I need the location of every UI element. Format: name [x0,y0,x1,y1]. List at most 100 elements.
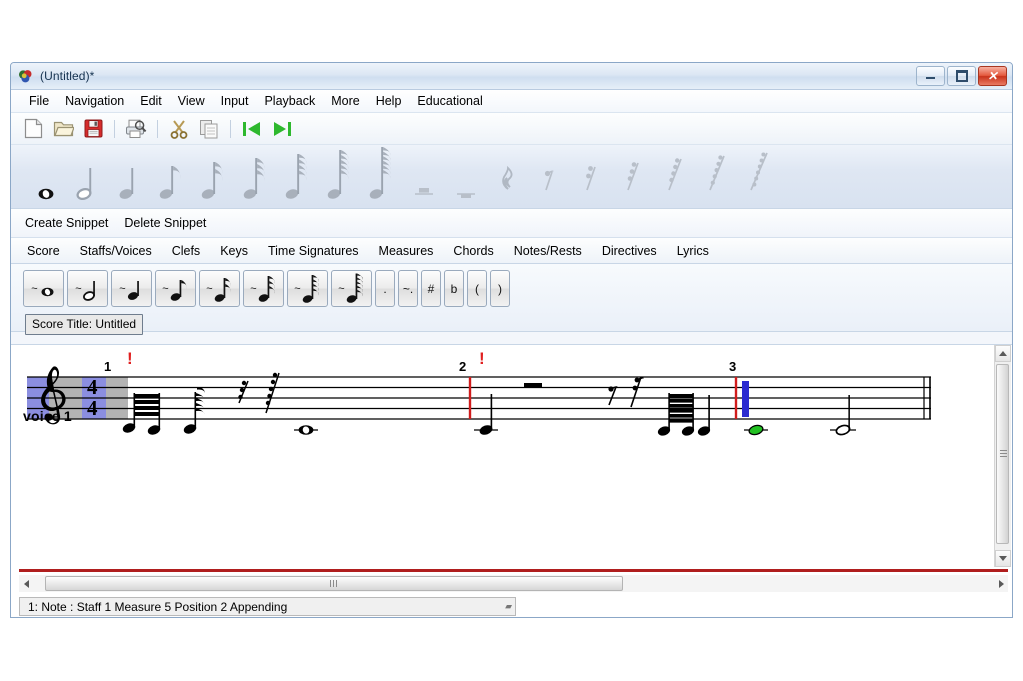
tab-measures[interactable]: Measures [369,244,444,258]
insert-half-note-button[interactable]: ~ [67,270,108,307]
time-sig-denominator: 4 [87,396,98,420]
add-double-dot-button[interactable]: ~. [398,270,418,307]
open-paren-button[interactable]: ( [467,270,487,307]
note-group-2 [183,387,205,434]
scroll-left-button[interactable] [19,576,33,591]
palette-half-rest[interactable] [445,154,487,202]
palette-whole-note[interactable] [25,154,67,202]
tab-notes-rests[interactable]: Notes/Rests [504,244,592,258]
palette-onetwentyeighth-rest[interactable] [697,154,739,202]
close-button[interactable]: ✕ [978,66,1007,86]
tab-lyrics[interactable]: Lyrics [667,244,719,258]
open-file-icon[interactable] [49,116,77,142]
palette-sixteenth-rest[interactable] [571,154,613,202]
menu-item-edit[interactable]: Edit [132,92,170,110]
status-bar: 1: Note : Staff 1 Measure 5 Position 2 A… [19,597,516,616]
separator-3 [230,119,231,138]
palette-sixtyfourth-note[interactable] [277,154,319,202]
close-paren-button[interactable]: ) [490,270,510,307]
tab-time-signatures[interactable]: Time Signatures [258,244,369,258]
tab-score[interactable]: Score [25,244,70,258]
insert-thirtysecond-note-button[interactable]: ~ [243,270,284,307]
tab-clefs[interactable]: Clefs [162,244,210,258]
new-file-icon[interactable] [19,116,47,142]
palette-sixtyfourth-rest[interactable] [655,154,697,202]
snippet-bar: Create Snippet Delete Snippet [11,209,1012,238]
scroll-down-button[interactable] [995,550,1011,567]
insert-quarter-note-button[interactable]: ~ [111,270,152,307]
vertical-scrollbar[interactable] [994,345,1011,567]
palette-sixteenth-note[interactable] [193,154,235,202]
insert-eighth-note-button[interactable]: ~ [155,270,196,307]
horizontal-scroll-track[interactable] [33,576,994,591]
tab-directives[interactable]: Directives [592,244,667,258]
palette-quarter-note[interactable] [109,154,151,202]
minimize-button[interactable] [916,66,945,86]
menu-item-file[interactable]: File [21,92,57,110]
scroll-right-button[interactable] [994,576,1008,591]
palette-onetwentyeighth-note[interactable] [319,150,361,202]
add-dot-button[interactable]: . [375,270,395,307]
menu-item-playback[interactable]: Playback [256,92,323,110]
rest-cluster-1 [238,380,249,404]
score-title-tooltip: Score Title: Untitled [25,314,144,335]
resize-grip-icon[interactable]: ▰ [505,601,512,612]
insert-sixtyfourth-note-button[interactable]: ~ [287,270,328,307]
whole-note-1 [294,425,318,435]
tab-staffs-voices[interactable]: Staffs/Voices [70,244,162,258]
menu-item-view[interactable]: View [170,92,213,110]
create-snippet-button[interactable]: Create Snippet [25,216,108,230]
menu-item-input[interactable]: Input [213,92,257,110]
copy-icon[interactable] [195,116,223,142]
half-note-1 [830,395,856,436]
scroll-grip-horizontal-icon [329,575,339,593]
close-paren-label: ) [498,281,502,296]
flat-button[interactable]: b [444,270,464,307]
scroll-up-button[interactable] [995,345,1011,362]
menu-item-more[interactable]: More [323,92,367,110]
score-canvas[interactable]: voice 1 1 2 3 ! ! 4 4 [11,345,999,565]
tilde-prefix-2: ~ [119,282,126,295]
palette-thirtysecond-rest[interactable] [613,154,655,202]
tab-keys[interactable]: Keys [210,244,258,258]
print-preview-icon[interactable] [122,116,150,142]
menu-item-educational[interactable]: Educational [409,92,490,110]
insert-sixteenth-note-button[interactable]: ~ [199,270,240,307]
horizontal-scrollbar[interactable] [19,575,1008,592]
menu-bar: File Navigation Edit View Input Playback… [11,90,1012,113]
sharp-label: # [427,281,435,296]
palette-eighth-rest[interactable] [529,154,571,202]
horizontal-scroll-thumb[interactable] [45,576,623,591]
maximize-button[interactable] [947,66,976,86]
status-text: 1: Note : Staff 1 Measure 5 Position 2 A… [28,599,288,614]
open-paren-label: ( [475,281,479,296]
palette-whole-rest[interactable] [403,154,445,202]
tilde-prefix-7: ~ [338,282,345,295]
double-dot-label: ~. [402,281,414,296]
icon-toolbar [11,113,1012,145]
menu-item-help[interactable]: Help [368,92,410,110]
time-signature: 4 4 [87,375,98,420]
half-rest-1 [524,383,542,388]
delete-snippet-button[interactable]: Delete Snippet [124,216,206,230]
go-to-start-icon[interactable] [238,116,266,142]
cut-icon[interactable] [165,116,193,142]
app-root: (Untitled)* ✕ File Navigation Edit View … [0,0,1023,681]
tab-chords[interactable]: Chords [443,244,503,258]
sharp-button[interactable]: # [421,270,441,307]
palette-half-note[interactable] [67,154,109,202]
voice-label: voice 1 [23,408,72,424]
palette-thirtysecond-note[interactable] [235,154,277,202]
save-file-icon[interactable] [79,116,107,142]
score-area: voice 1 1 2 3 ! ! 4 4 1: Note: Staff 1 … [11,344,1012,617]
insert-onetwentyeighth-note-button[interactable]: ~ [331,270,372,307]
vertical-scroll-thumb[interactable] [996,364,1009,544]
insert-whole-note-button[interactable]: ~ [23,270,64,307]
go-to-end-icon[interactable] [268,116,296,142]
palette-twofiftysixth-note[interactable] [361,147,403,202]
palette-twofiftysixth-rest[interactable] [739,152,781,202]
palette-eighth-note[interactable] [151,154,193,202]
scroll-grip-icon [1000,450,1007,457]
palette-quarter-rest[interactable] [487,154,529,202]
menu-item-navigation[interactable]: Navigation [57,92,132,110]
